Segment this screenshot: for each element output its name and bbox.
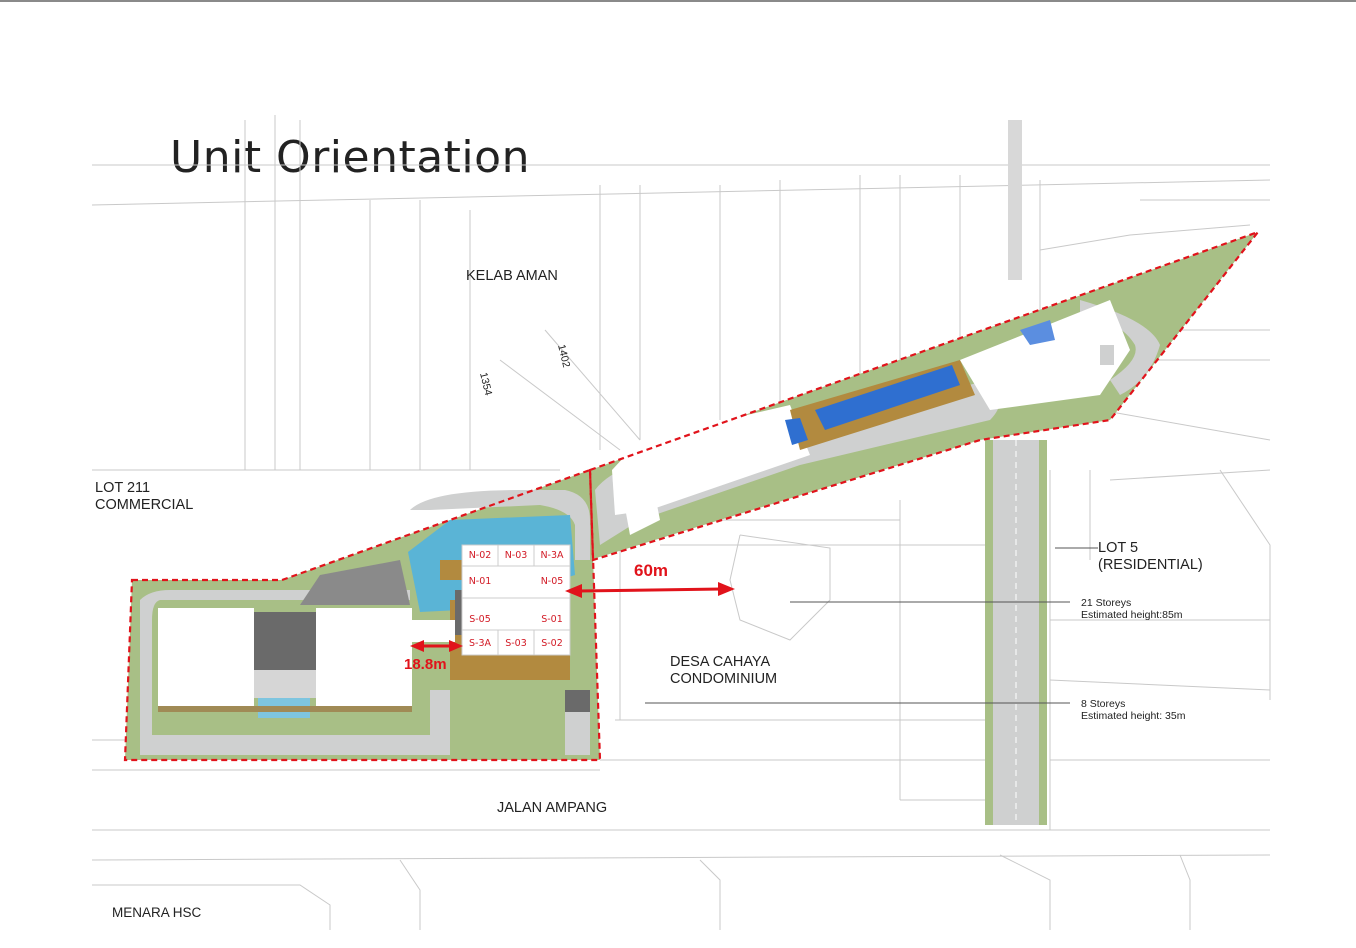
- unit-n-05: N-05: [540, 576, 564, 587]
- label-jalan-ampang: JALAN AMPANG: [497, 800, 608, 816]
- label-21-storeys: 21 Storeys Estimated height:85m: [1081, 597, 1183, 621]
- distance-60m: 60m: [634, 561, 669, 580]
- unit-s-3a: S-3A: [468, 638, 491, 649]
- unit-n-3a: N-3A: [540, 550, 564, 561]
- unit-s-05: S-05: [469, 614, 491, 625]
- unit-n-03: N-03: [504, 550, 528, 561]
- unit-s-03: S-03: [505, 638, 527, 649]
- unit-n-02: N-02: [468, 550, 492, 561]
- distance-18-8m: 18.8m: [404, 656, 447, 673]
- site-plan-map: [91, 115, 1271, 930]
- unit-s-02: S-02: [541, 638, 563, 649]
- unit-s-01: S-01: [541, 614, 563, 625]
- label-menara-hsc: MENARA HSC: [112, 905, 202, 920]
- access-road: [985, 120, 1047, 825]
- label-8-storeys: 8 Storeys Estimated height: 35m: [1081, 698, 1186, 722]
- label-kelab-aman: KELAB AMAN: [466, 268, 558, 284]
- unit-n-01: N-01: [468, 576, 492, 587]
- label-desa-cahaya: DESA CAHAYA CONDOMINIUM: [670, 654, 778, 687]
- label-lot-5: LOT 5 (RESIDENTIAL): [1098, 540, 1203, 573]
- label-lot-211: LOT 211 COMMERCIAL: [95, 480, 194, 513]
